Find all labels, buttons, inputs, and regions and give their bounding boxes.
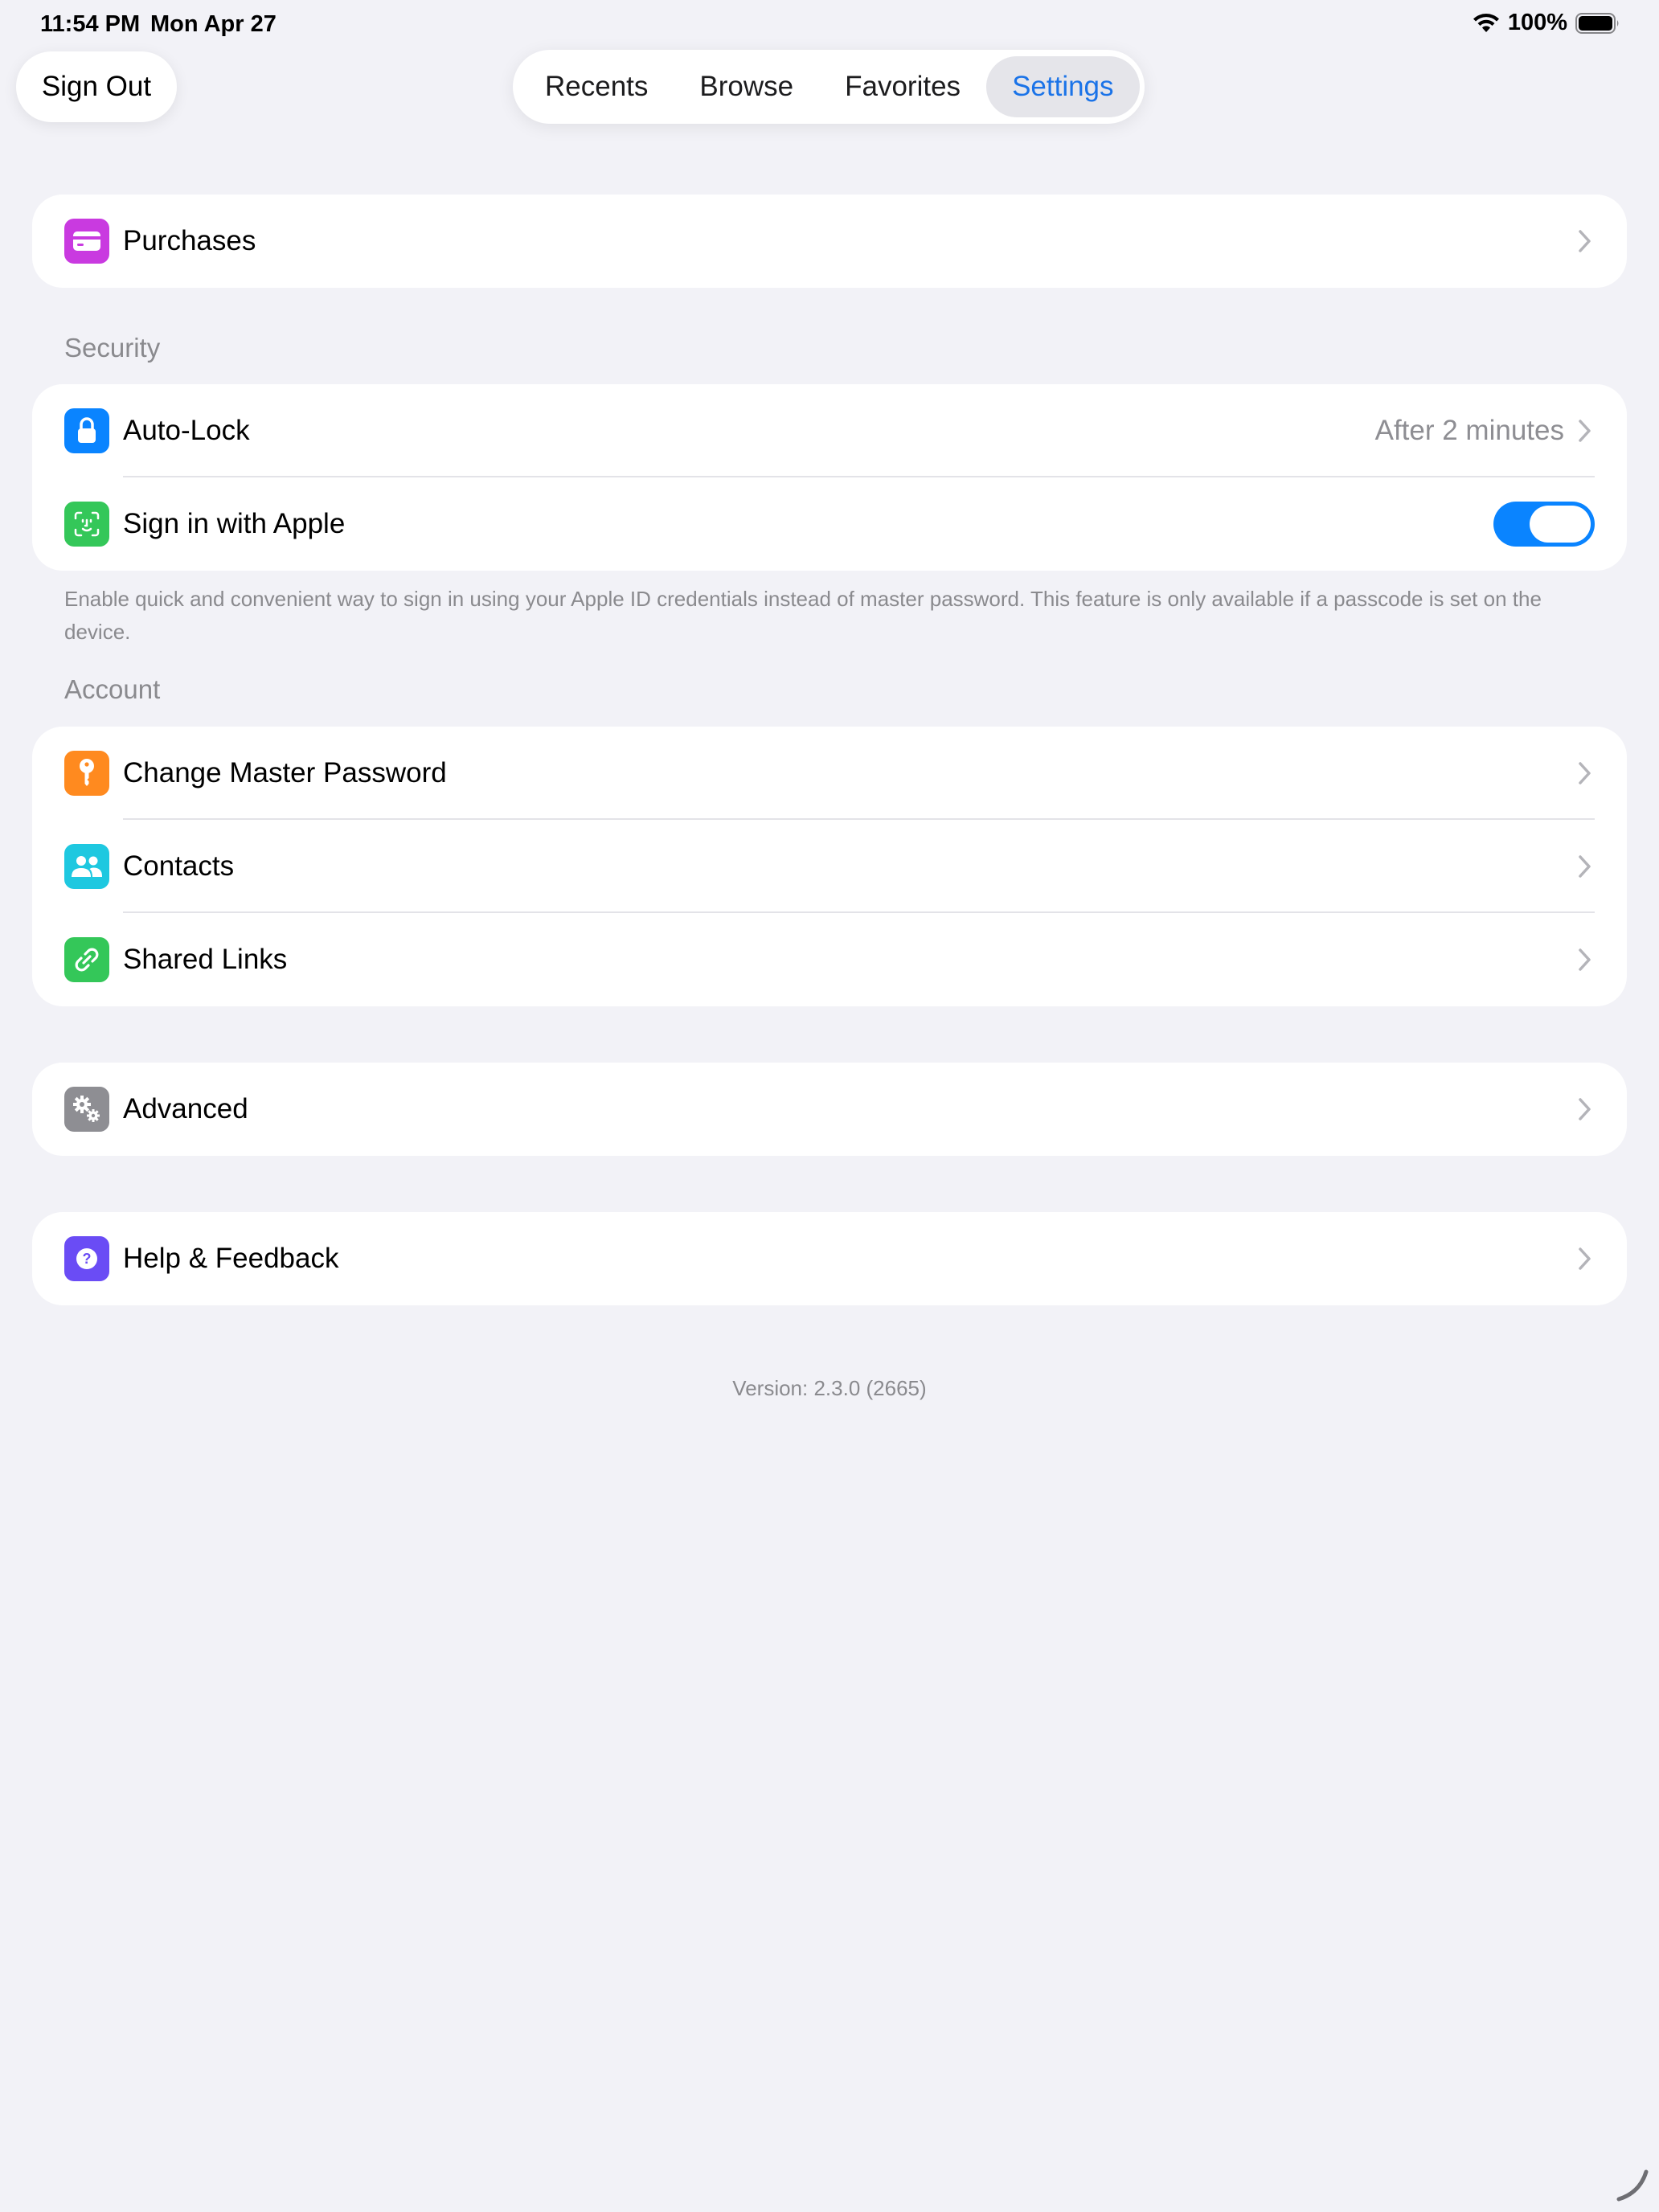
- version-label: Version: 2.3.0 (2665): [732, 1376, 927, 1400]
- lock-icon: [64, 408, 109, 453]
- advanced-label: Advanced: [123, 1093, 248, 1124]
- sign-in-with-apple-row: Sign in with Apple: [32, 477, 1627, 571]
- shared-links-row[interactable]: Shared Links: [32, 913, 1627, 1006]
- gears-icon: [64, 1087, 109, 1132]
- credit-card-icon: [64, 219, 109, 264]
- sign-out-label: Sign Out: [41, 71, 152, 102]
- chevron-right-icon: [1579, 230, 1591, 252]
- tab-recents[interactable]: Recents: [519, 56, 674, 117]
- status-date: Mon Apr 27: [150, 11, 276, 37]
- security-section-header: Security: [64, 333, 161, 363]
- sign-in-with-apple-label: Sign in with Apple: [123, 508, 346, 539]
- auto-lock-value: After 2 minutes: [1374, 415, 1564, 446]
- status-bar: 11:54 PM Mon Apr 27 100%: [0, 0, 1659, 51]
- chevron-right-icon: [1579, 855, 1591, 878]
- sign-out-button[interactable]: Sign Out: [16, 51, 177, 122]
- people-icon: [64, 844, 109, 889]
- key-icon: [64, 751, 109, 796]
- toggle-knob: [1530, 506, 1591, 543]
- purchases-label: Purchases: [123, 225, 256, 256]
- account-section-header: Account: [64, 674, 161, 704]
- purchases-row[interactable]: Purchases: [32, 195, 1627, 288]
- advanced-row[interactable]: Advanced: [32, 1063, 1627, 1156]
- account-card: Change Master Password Contacts Shared L…: [32, 727, 1627, 1006]
- tab-favorites[interactable]: Favorites: [819, 56, 986, 117]
- chevron-right-icon: [1579, 948, 1591, 971]
- chevron-right-icon: [1579, 420, 1591, 442]
- chevron-right-icon: [1579, 1247, 1591, 1270]
- help-card: ? Help & Feedback: [32, 1212, 1627, 1305]
- tab-recents-label: Recents: [545, 71, 649, 102]
- change-master-password-row[interactable]: Change Master Password: [32, 727, 1627, 820]
- security-card: Auto-Lock After 2 minutes Sign in with A…: [32, 384, 1627, 571]
- tab-favorites-label: Favorites: [845, 71, 961, 102]
- tab-settings-label: Settings: [1012, 71, 1114, 102]
- chevron-right-icon: [1579, 762, 1591, 784]
- tab-browse-label: Browse: [699, 71, 794, 102]
- auto-lock-label: Auto-Lock: [123, 415, 250, 446]
- resize-handle-icon[interactable]: [1612, 2165, 1651, 2204]
- help-feedback-label: Help & Feedback: [123, 1243, 339, 1274]
- contacts-label: Contacts: [123, 850, 235, 882]
- contacts-row[interactable]: Contacts: [32, 820, 1627, 913]
- tab-settings[interactable]: Settings: [986, 56, 1140, 117]
- tab-bar: Recents Browse Favorites Settings: [513, 50, 1145, 124]
- purchases-card: Purchases: [32, 195, 1627, 288]
- face-id-icon: [64, 502, 109, 547]
- security-footer-note: Enable quick and convenient way to sign …: [64, 587, 1542, 644]
- change-master-password-label: Change Master Password: [123, 757, 447, 789]
- status-time: 11:54 PM: [40, 11, 141, 37]
- status-indicators: 100%: [1473, 10, 1620, 36]
- advanced-card: Advanced: [32, 1063, 1627, 1156]
- tab-browse[interactable]: Browse: [674, 56, 819, 117]
- auto-lock-row[interactable]: Auto-Lock After 2 minutes: [32, 384, 1627, 477]
- shared-links-label: Shared Links: [123, 944, 288, 975]
- link-icon: [64, 937, 109, 982]
- battery-percent: 100%: [1507, 10, 1567, 35]
- sign-in-with-apple-toggle[interactable]: [1493, 502, 1595, 547]
- wifi-icon: [1473, 13, 1499, 32]
- battery-icon: [1575, 12, 1619, 34]
- chevron-right-icon: [1579, 1098, 1591, 1120]
- help-feedback-row[interactable]: ? Help & Feedback: [32, 1212, 1627, 1305]
- question-icon: ?: [64, 1236, 109, 1281]
- svg-text:?: ?: [83, 1251, 92, 1267]
